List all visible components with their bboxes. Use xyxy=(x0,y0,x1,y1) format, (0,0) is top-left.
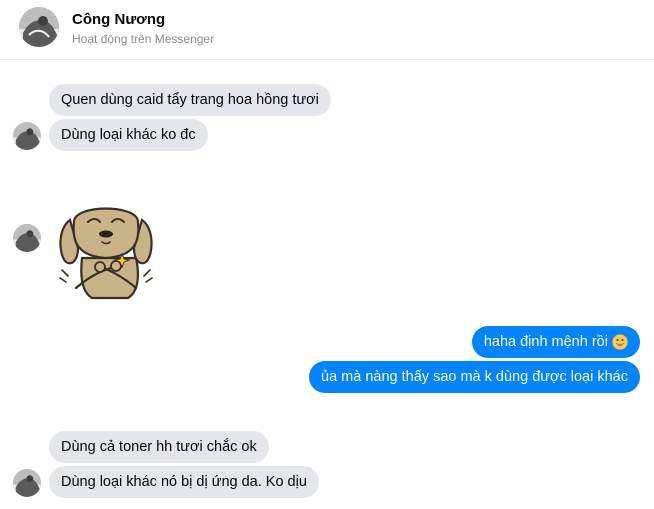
message-bubble-incoming[interactable]: Dùng loại khác ko đc xyxy=(49,119,208,151)
message-bubble-incoming[interactable]: Quen dùng caid tẩy trang hoa hồng tươi xyxy=(49,84,331,116)
message-bubble-incoming[interactable]: Dùng cả toner hh tươi chắc ok xyxy=(49,431,269,463)
profile-photo-icon xyxy=(13,224,41,252)
active-status: Hoạt động trên Messenger xyxy=(72,32,215,46)
sender-avatar[interactable] xyxy=(13,224,41,252)
message-bubble-outgoing[interactable]: haha định mệnh rồi xyxy=(471,326,640,358)
grinning-face-icon xyxy=(612,334,628,350)
message-bubble-outgoing[interactable]: ủa mà nàng thấy sao mà k dùng được loại … xyxy=(309,361,640,393)
contact-avatar[interactable] xyxy=(19,7,59,47)
profile-photo-icon xyxy=(19,7,59,47)
profile-photo-icon xyxy=(13,469,41,497)
sender-avatar[interactable] xyxy=(13,122,41,150)
contact-name[interactable]: Công Nương xyxy=(72,11,165,28)
message-text: haha định mệnh rồi xyxy=(483,334,608,350)
message-bubble-incoming[interactable]: Dùng loại khác nó bị dị ứng da. Ko dịu xyxy=(49,466,319,498)
puppy-hugging-self-sticker[interactable] xyxy=(52,192,160,304)
chat-header: Công Nương Hoạt động trên Messenger xyxy=(0,0,654,60)
sender-avatar[interactable] xyxy=(13,469,41,497)
profile-photo-icon xyxy=(13,122,41,150)
